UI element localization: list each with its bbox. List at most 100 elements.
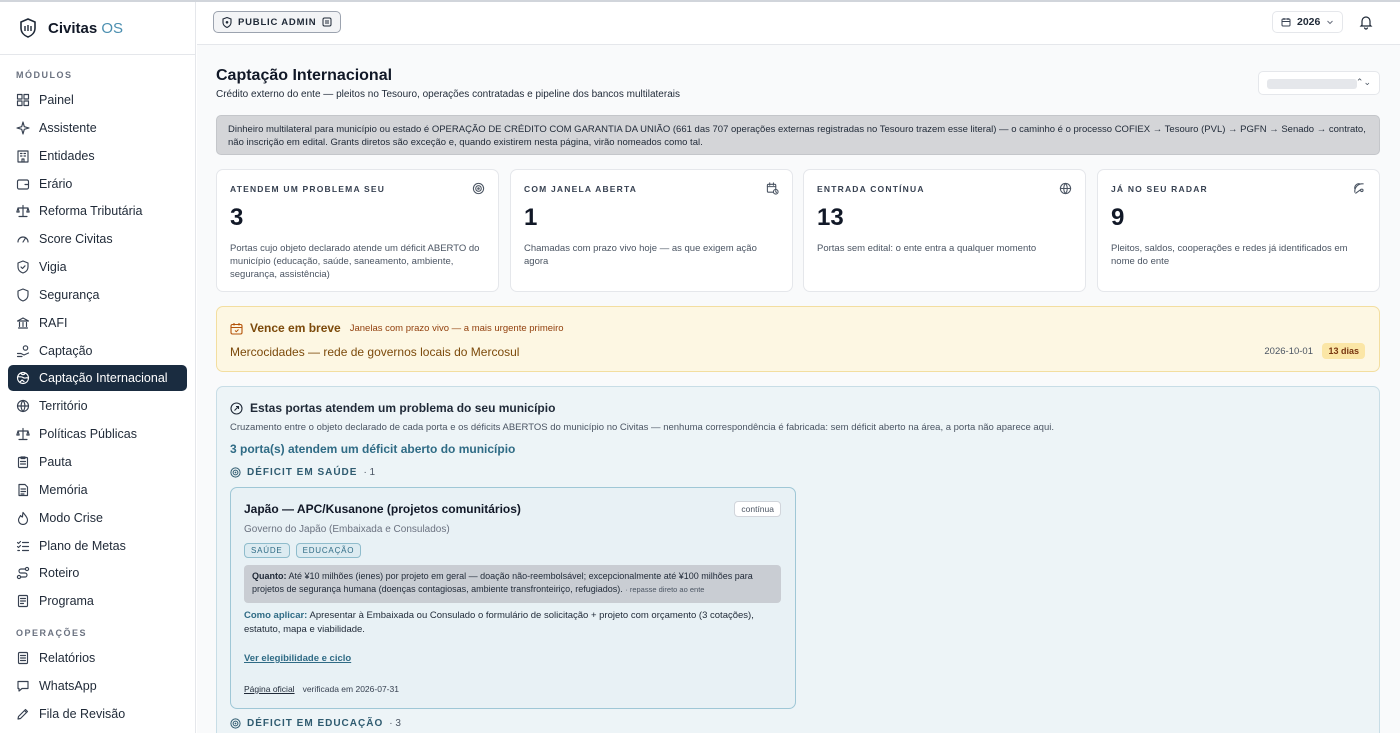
- bell-icon[interactable]: [1358, 14, 1374, 30]
- sidebar-item-label: Programa: [39, 594, 94, 609]
- report-icon: [16, 651, 30, 665]
- section-label-operations: OPERAÇÕES: [16, 628, 88, 639]
- kpi-label: ENTRADA CONTÍNUA: [817, 184, 925, 194]
- kpi-description: Pleitos, saldos, cooperações e redes já …: [1111, 243, 1348, 267]
- sidebar-item-captacao[interactable]: Captação: [8, 338, 187, 364]
- scale-icon: [16, 204, 30, 218]
- sidebar-item-label: WhatsApp: [39, 679, 97, 694]
- sidebar-item-plano-de-metas[interactable]: Plano de Metas: [8, 533, 187, 559]
- due-soon-title: Vence em breve: [250, 321, 341, 335]
- role-badge[interactable]: PUBLIC ADMIN: [213, 11, 342, 33]
- eligibility-link[interactable]: Ver elegibilidade e ciclo: [244, 653, 351, 664]
- amount-note: · repasse direto ao ente: [625, 585, 705, 594]
- sidebar-item-programa[interactable]: Programa: [8, 588, 187, 614]
- sidebar-item-relatorios[interactable]: Relatórios: [8, 645, 187, 671]
- sidebar-item-label: Reforma Tributária: [39, 204, 143, 219]
- sidebar-item-label: Assistente: [39, 120, 97, 135]
- card-title: Japão — APC/Kusanone (projetos comunitár…: [244, 502, 521, 516]
- sidebar-item-score-civitas[interactable]: Score Civitas: [8, 226, 187, 252]
- year-select[interactable]: 2026: [1272, 11, 1344, 33]
- kpi-label: COM JANELA ABERTA: [524, 184, 638, 194]
- target-icon: [230, 467, 241, 478]
- info-notice: Dinheiro multilateral para município ou …: [216, 115, 1380, 155]
- sidebar-item-seguranca[interactable]: Segurança: [8, 282, 187, 308]
- sidebar-item-pauta[interactable]: Pauta: [8, 449, 187, 475]
- sidebar-item-memoria[interactable]: Memória: [8, 477, 187, 503]
- building-icon: [16, 149, 30, 163]
- globe-hand-icon: [16, 371, 30, 385]
- sidebar-item-entidades[interactable]: Entidades: [8, 143, 187, 169]
- sidebar-item-label: Políticas Públicas: [39, 427, 137, 442]
- bank-icon: [16, 316, 30, 330]
- topbar: PUBLIC ADMIN 2026: [197, 2, 1400, 45]
- sidebar-item-label: Modo Crise: [39, 510, 103, 525]
- opportunity-card[interactable]: Japão — APC/Kusanone (projetos comunitár…: [230, 487, 796, 709]
- group-label-saude[interactable]: DÉFICIT EM SAÚDE · 1: [230, 467, 375, 478]
- sidebar-item-assistente[interactable]: Assistente: [8, 115, 187, 141]
- sidebar-item-label: Captação: [39, 343, 93, 358]
- card-how-to-apply: Como aplicar: Apresentar à Embaixada ou …: [244, 609, 784, 636]
- scale-icon: [16, 427, 30, 441]
- chip-saude: SAÚDE: [244, 543, 290, 558]
- flame-icon: [16, 511, 30, 525]
- due-soon-panel: Vence em breve Janelas com prazo vivo — …: [216, 306, 1380, 372]
- entity-select[interactable]: ⌃⌄: [1258, 71, 1380, 95]
- sidebar-item-label: Segurança: [39, 287, 100, 302]
- calendar-alert-icon: [230, 322, 243, 335]
- kpi-card[interactable]: ATENDEM UM PROBLEMA SEU 3 Portas cujo obje…: [216, 169, 499, 292]
- hand-coins-icon: [16, 344, 30, 358]
- chip-educacao: EDUCAÇÃO: [295, 543, 362, 558]
- sidebar-item-label: Pauta: [39, 454, 72, 469]
- card-amount-box: Quanto: Até ¥10 milhões (ienes) por proj…: [244, 565, 781, 603]
- sidebar-item-territorio[interactable]: Território: [8, 393, 187, 419]
- clipboard-icon: [16, 455, 30, 469]
- card-status-tag: contínua: [734, 501, 781, 517]
- list-check-icon: [16, 539, 30, 553]
- year-value: 2026: [1297, 16, 1321, 28]
- sidebar-item-label: Erário: [39, 176, 73, 191]
- kpi-value: 13: [817, 204, 844, 231]
- sidebar-item-label: Entidades: [39, 148, 95, 163]
- section-label-modules: MÓDULOS: [16, 70, 73, 80]
- kpi-card[interactable]: JÁ NO SEU RADAR 9 Pleitos, saldos, coopera…: [1097, 169, 1380, 292]
- group-label-educacao[interactable]: DÉFICIT EM EDUCAÇÃO · 3: [230, 718, 401, 729]
- sidebar-item-rafi[interactable]: RAFI: [8, 310, 187, 336]
- shield-logo-icon: [18, 17, 38, 39]
- shield-icon: [222, 16, 232, 28]
- target-icon: [230, 401, 243, 415]
- sidebar-item-painel[interactable]: Painel: [8, 87, 187, 113]
- match-description: Cruzamento entre o objeto declarado de c…: [230, 422, 1054, 433]
- sidebar-item-vigia[interactable]: Vigia: [8, 254, 187, 280]
- sidebar: Civitas OS MÓDULOS Painel Assistente Entid…: [0, 2, 196, 733]
- brand-name: Civitas OS: [48, 19, 124, 37]
- kpi-label: JÁ NO SEU RADAR: [1111, 184, 1208, 194]
- sidebar-item-politicas-publicas[interactable]: Políticas Públicas: [8, 421, 187, 447]
- official-page-link[interactable]: Página oficial: [244, 684, 295, 694]
- brand[interactable]: Civitas OS: [0, 2, 195, 55]
- apply-label: Como aplicar:: [244, 610, 308, 621]
- sidebar-item-reforma-tributaria[interactable]: Reforma Tributária: [8, 198, 187, 224]
- switch-role-icon: [322, 17, 332, 27]
- route-icon: [16, 566, 30, 580]
- kpi-card[interactable]: ENTRADA CONTÍNUA 13 Portas sem edital: o e…: [803, 169, 1086, 292]
- sidebar-item-erario[interactable]: Erário: [8, 171, 187, 197]
- sidebar-item-label: Memória: [39, 482, 88, 497]
- grid-icon: [16, 93, 30, 107]
- group-count: · 1: [363, 467, 376, 478]
- modules-nav: Painel Assistente Entidades Erário Reforma T…: [0, 87, 195, 614]
- sidebar-item-label: Captação Internacional: [39, 371, 168, 386]
- sidebar-item-roteiro[interactable]: Roteiro: [8, 560, 187, 586]
- document-icon: [16, 483, 30, 497]
- sidebar-item-captacao-internacional[interactable]: Captação Internacional: [8, 365, 187, 392]
- sidebar-item-fila-de-revisao[interactable]: Fila de Revisão: [8, 701, 187, 727]
- group-label-text: DÉFICIT EM EDUCAÇÃO: [247, 718, 384, 729]
- page-title: Captação Internacional: [216, 67, 393, 84]
- group-count: · 3: [389, 718, 401, 729]
- sidebar-item-whatsapp[interactable]: WhatsApp: [8, 673, 187, 699]
- sidebar-item-modo-crise[interactable]: Modo Crise: [8, 505, 187, 531]
- kpi-card[interactable]: COM JANELA ABERTA 1 Chamadas com prazo viv…: [510, 169, 793, 292]
- kpi-value: 9: [1111, 204, 1125, 231]
- sidebar-item-label: Plano de Metas: [39, 538, 126, 553]
- sidebar-item-label: Roteiro: [39, 566, 80, 581]
- due-soon-item[interactable]: Mercocidades — rede de governos locais d…: [230, 345, 519, 359]
